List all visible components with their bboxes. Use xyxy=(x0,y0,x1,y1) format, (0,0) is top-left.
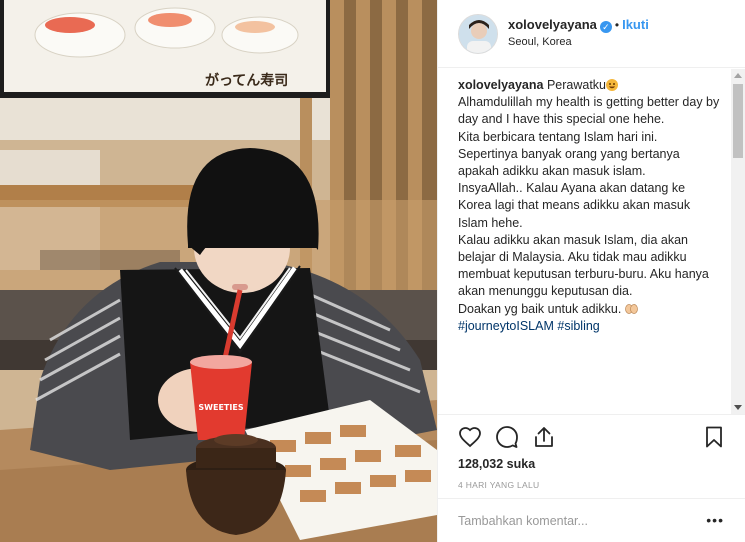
smiling-face-emoji-icon xyxy=(606,79,619,91)
caption-paragraph: Alhamdulillah my health is getting bette… xyxy=(458,95,720,127)
share-icon[interactable] xyxy=(532,425,556,449)
more-options-button[interactable]: ••• xyxy=(706,512,724,528)
post-timestamp[interactable]: 4 HARI YANG LALU xyxy=(458,480,540,490)
header-username[interactable]: xolovelyayana xyxy=(508,17,597,32)
post-photo[interactable]: がってん寿司 SWEETIES xyxy=(0,0,437,542)
post-caption: xolovelyayana Perawatku Alhamdulillah my… xyxy=(458,77,720,335)
comment-icon[interactable] xyxy=(495,425,519,449)
likes-number: 128,032 xyxy=(458,457,504,471)
hashtag-link[interactable]: #journeytoISLAM xyxy=(458,319,554,333)
caption-paragraph: Kalau adikku akan masuk Islam, dia akan … xyxy=(458,232,709,299)
avatar[interactable] xyxy=(458,14,498,54)
bookmark-icon[interactable] xyxy=(702,425,726,449)
scroll-up-arrow-icon[interactable] xyxy=(731,69,745,83)
post-side-panel: xolovelyayana ✓ • Ikuti Seoul, Korea xolove… xyxy=(437,0,745,542)
scroll-down-arrow-icon[interactable] xyxy=(731,400,745,414)
likes-label: suka xyxy=(506,457,536,471)
caption-username[interactable]: xolovelyayana xyxy=(458,78,543,92)
comment-input[interactable] xyxy=(458,511,698,531)
comments-area: xolovelyayana Perawatku Alhamdulillah my… xyxy=(438,69,745,414)
separator-dot: • xyxy=(614,18,620,32)
caption-last-line: Doakan yg baik untuk adikku. xyxy=(458,301,622,316)
caption-paragraph: Kita berbicara tentang Islam hari ini. S… xyxy=(458,129,680,179)
folded-hands-emoji-icon xyxy=(624,302,638,314)
location-link[interactable]: Seoul, Korea xyxy=(508,36,572,48)
follow-button[interactable]: Ikuti xyxy=(622,17,649,32)
likes-count[interactable]: 128,032 suka xyxy=(458,457,535,471)
heart-icon[interactable] xyxy=(458,425,482,449)
scrollbar-thumb[interactable] xyxy=(733,84,743,158)
verified-badge-icon: ✓ xyxy=(599,21,612,33)
post-header: xolovelyayana ✓ • Ikuti Seoul, Korea xyxy=(438,0,745,68)
cup-text: SWEETIES xyxy=(198,403,243,412)
caption-first-text: Perawatku xyxy=(546,78,607,92)
add-comment-section: ••• xyxy=(438,498,745,542)
hashtag-link[interactable]: #sibling xyxy=(557,319,599,333)
post-photo-image: がってん寿司 SWEETIES xyxy=(0,0,437,542)
sign-text: がってん寿司 xyxy=(205,72,288,89)
caption-paragraph: InsyaAllah.. Kalau Ayana akan datang ke … xyxy=(458,181,691,230)
avatar-image xyxy=(459,15,497,53)
